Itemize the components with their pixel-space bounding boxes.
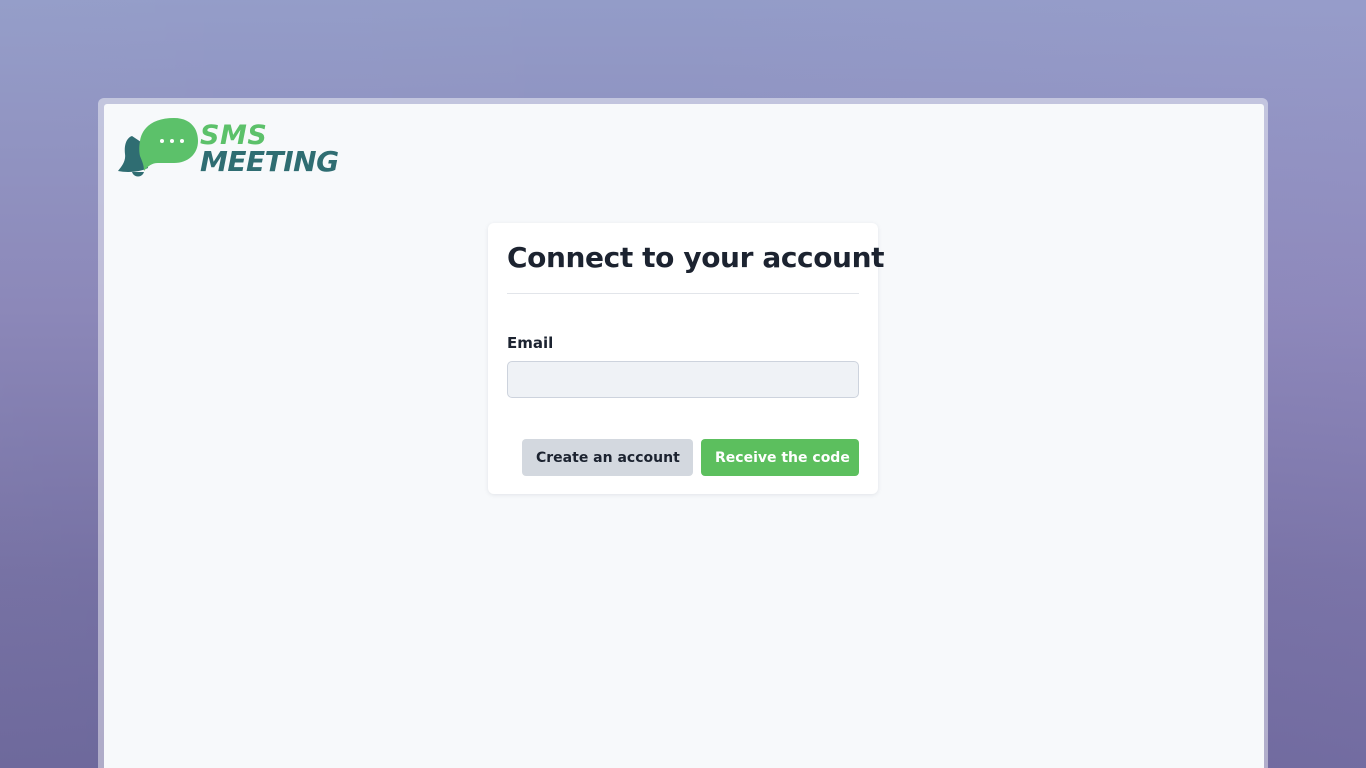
app-logo[interactable]: SMS MEETING [118,116,339,182]
speech-bubble-bell-icon [118,118,198,177]
receive-code-button[interactable]: Receive the code [701,439,859,476]
login-card: Connect to your account Email Create an … [488,223,885,494]
email-label: Email [507,334,554,352]
logo-wordmark: SMS MEETING [200,122,339,176]
card-divider [507,293,859,294]
card-title: Connect to your account [507,241,885,274]
logo-text-line2: MEETING [200,145,339,178]
create-account-button[interactable]: Create an account [522,439,693,476]
email-input[interactable] [507,361,859,398]
app-window: SMS MEETING Connect to your account Emai… [104,104,1264,768]
card-actions: Create an account Receive the code [522,439,859,476]
